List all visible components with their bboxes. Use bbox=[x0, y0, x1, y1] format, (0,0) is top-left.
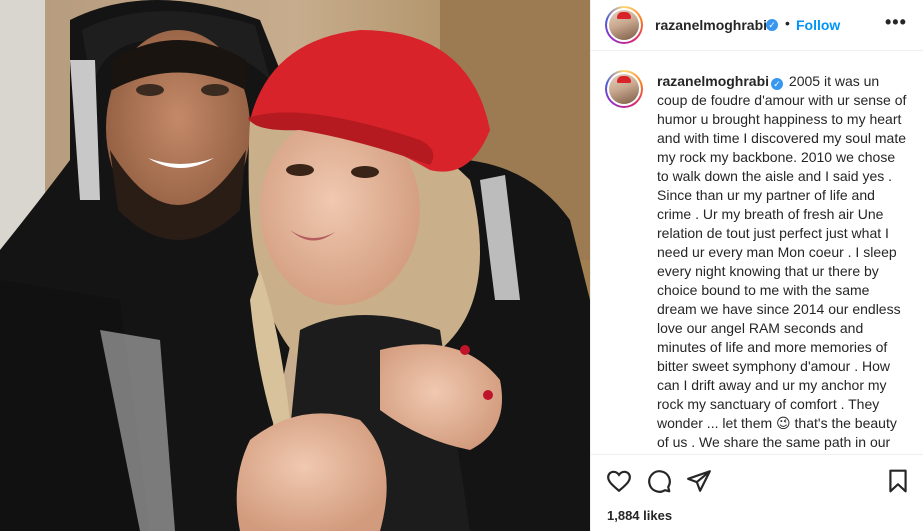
separator-dot: • bbox=[785, 15, 790, 31]
caption-username[interactable]: razanelmoghrabi bbox=[657, 73, 769, 89]
post-header: razanelmoghrabi ✓ • Follow ••• bbox=[591, 0, 923, 51]
heart-icon[interactable] bbox=[606, 468, 632, 494]
more-options-icon[interactable]: ••• bbox=[885, 12, 907, 33]
post-caption: razanelmoghrabi ✓ 2005 it was un coup de … bbox=[657, 72, 907, 454]
header-username[interactable]: razanelmoghrabi bbox=[655, 17, 767, 33]
action-bar bbox=[591, 454, 923, 506]
bookmark-icon[interactable] bbox=[885, 468, 911, 494]
avatar-image bbox=[609, 74, 639, 104]
caption-area: razanelmoghrabi ✓ 2005 it was un coup de … bbox=[591, 52, 923, 454]
avatar-image bbox=[609, 10, 639, 40]
couple-photo-illustration bbox=[0, 0, 590, 531]
follow-button[interactable]: Follow bbox=[796, 17, 840, 33]
post-photo[interactable] bbox=[0, 0, 590, 531]
comment-icon[interactable] bbox=[646, 468, 672, 494]
likes-count[interactable]: 1,884 likes bbox=[607, 508, 672, 523]
caption-avatar[interactable] bbox=[605, 70, 643, 108]
post-sidebar: razanelmoghrabi ✓ • Follow ••• razanelmo… bbox=[590, 0, 923, 531]
verified-badge-icon: ✓ bbox=[766, 19, 778, 31]
caption-text: 2005 it was un coup de foudre d'amour wi… bbox=[657, 73, 907, 454]
verified-badge-icon: ✓ bbox=[771, 78, 784, 90]
share-icon[interactable] bbox=[686, 468, 712, 494]
profile-avatar[interactable] bbox=[605, 6, 643, 44]
